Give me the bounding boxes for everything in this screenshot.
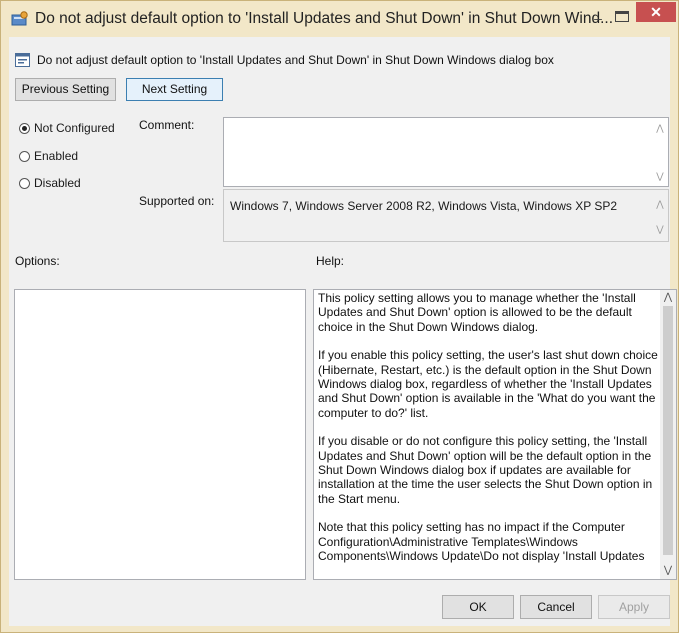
radio-label: Enabled [34, 149, 79, 163]
help-text: This policy setting allows you to manage… [318, 291, 660, 578]
apply-button[interactable]: Apply [598, 595, 670, 619]
scroll-up-icon[interactable]: ⋀ [653, 122, 667, 134]
ok-button[interactable]: OK [442, 595, 514, 619]
window-title: Do not adjust default option to 'Install… [35, 10, 614, 27]
policy-setting-icon [15, 53, 30, 67]
help-label: Help: [316, 254, 345, 268]
radio-label: Disabled [34, 176, 81, 190]
radio-indicator [19, 151, 30, 162]
help-paragraph: This policy setting allows you to manage… [318, 291, 636, 334]
next-setting-button[interactable]: Next Setting [126, 78, 223, 101]
scroll-down-icon[interactable]: ⋁ [653, 170, 667, 182]
radio-label: Not Configured [34, 121, 115, 135]
radio-not-configured[interactable]: Not Configured [19, 121, 115, 137]
dialog-client-area: Do not adjust default option to 'Install… [9, 37, 677, 626]
radio-enabled[interactable]: Enabled [19, 149, 78, 165]
title-bar[interactable]: Do not adjust default option to 'Install… [1, 1, 678, 37]
previous-setting-button[interactable]: Previous Setting [15, 78, 116, 101]
help-scrollbar[interactable]: ⋀ ⋁ [660, 290, 676, 579]
minimize-button[interactable]: – [588, 9, 608, 29]
policy-dialog-window: Do not adjust default option to 'Install… [0, 0, 679, 633]
close-button[interactable]: ✕ [636, 2, 676, 22]
options-panel [14, 289, 306, 580]
radio-selected-indicator [19, 123, 30, 134]
group-policy-icon [11, 11, 28, 26]
scroll-up-icon[interactable]: ⋀ [660, 291, 676, 305]
help-paragraph: If you disable or do not configure this … [318, 434, 653, 506]
radio-indicator [19, 178, 30, 189]
options-label: Options: [15, 254, 60, 268]
comment-label: Comment: [139, 118, 195, 132]
help-paragraph: Note that this policy setting has no imp… [318, 520, 645, 564]
supported-on-value: Windows 7, Windows Server 2008 R2, Windo… [230, 199, 618, 213]
supported-on-field: Windows 7, Windows Server 2008 R2, Windo… [223, 189, 669, 242]
scrollbar-thumb[interactable] [663, 306, 673, 555]
help-panel: This policy setting allows you to manage… [313, 289, 677, 580]
setting-header-text: Do not adjust default option to 'Install… [37, 53, 554, 67]
scroll-down-icon[interactable]: ⋁ [653, 223, 667, 235]
cancel-button[interactable]: Cancel [520, 595, 592, 619]
help-paragraph: If you enable this policy setting, the u… [318, 348, 658, 420]
scroll-down-icon[interactable]: ⋁ [660, 564, 676, 578]
scroll-up-icon[interactable]: ⋀ [653, 198, 667, 210]
comment-textarea[interactable]: ⋀ ⋁ [223, 117, 669, 187]
supported-on-label: Supported on: [139, 194, 215, 208]
maximize-button[interactable] [615, 11, 629, 22]
radio-disabled[interactable]: Disabled [19, 176, 81, 192]
